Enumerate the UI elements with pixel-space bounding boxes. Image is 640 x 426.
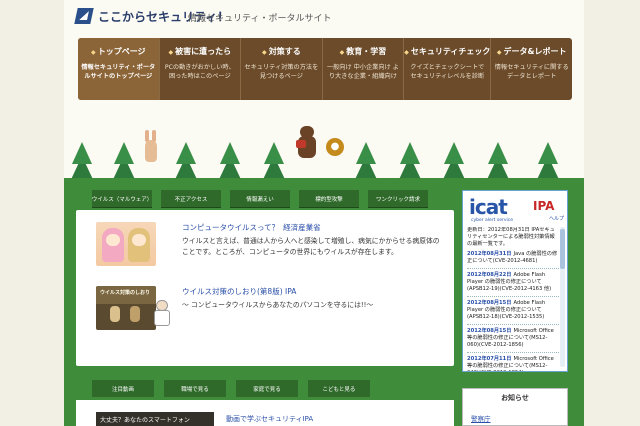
alert-date: 2012年08月31日: [467, 251, 512, 257]
page: ここからセキュリティ！ 情報セキュリティ・ポータルサイト トップページ 情報セキ…: [64, 0, 584, 426]
alert-date: 2012年08月15日: [467, 300, 512, 306]
notice-link[interactable]: 警察庁: [471, 413, 491, 423]
list-item[interactable]: 2012年08月15日 Adobe Flash Player の脆弱性の修正につい…: [467, 300, 559, 325]
icat-intro: 更新日：2012年08月31日 IPAセキュリティセンターによる脆弱性対策情報の…: [467, 227, 555, 247]
tab-watch-at-home[interactable]: 家庭で見る: [236, 380, 298, 397]
icat-scrollbar[interactable]: [560, 227, 565, 367]
nav-item-data-report[interactable]: データ&レポート 情報セキュリティに関するデータとレポート: [491, 38, 572, 100]
icat-alert-list: 更新日：2012年08月31日 IPAセキュリティセンターによる脆弱性対策情報の…: [467, 227, 559, 371]
icat-logo: icat: [469, 195, 508, 219]
icat-help-link[interactable]: ヘルプ: [549, 215, 564, 222]
tab-one-click-fraud[interactable]: ワンクリック請求: [368, 190, 428, 207]
lock-icon: ●: [326, 138, 344, 156]
nav-item-security-check[interactable]: セキュリティチェック クイズとチェックシートでセキュリティレベルを診断: [404, 38, 492, 100]
tab-virus[interactable]: ウイルス（マルウェア）: [92, 190, 152, 207]
tab-unauthorized-access[interactable]: 不正アクセス: [161, 190, 221, 207]
nav-label: 対策する: [241, 46, 322, 57]
nav-desc: PCの動きがおかしい時、困った時はこのページ: [164, 64, 235, 80]
nav-desc: 情報セキュリティに関するデータとレポート: [494, 64, 569, 80]
nav-item-countermeasures[interactable]: 対策する セキュリティ対策の方法を見つけるページ: [241, 38, 323, 100]
article-body: ～ コンピュータウイルスからあなたのパソコンを守るには!!～: [182, 301, 374, 309]
article-body: ウイルスと言えば、普通は人から人へと感染して増殖し、病気にかからせる病原体のこと…: [182, 237, 440, 256]
notice-title: お知らせ: [501, 394, 529, 402]
video-thumbnail[interactable]: 大丈夫？あなたのスマートフォン: [96, 412, 214, 426]
nav-label: セキュリティチェック: [404, 46, 491, 57]
icat-tagline: cyber alert service: [471, 218, 513, 223]
list-item[interactable]: 2012年07月11日 Microsoft Office 等の脆弱性の修正について…: [467, 356, 559, 371]
icat-widget: icat IPA ヘルプ cyber alert service 更新日：201…: [462, 190, 568, 372]
rabbit-mascot-icon: [144, 130, 158, 164]
tab-featured-video[interactable]: 注目動画: [92, 380, 154, 397]
list-item[interactable]: 2012年08月15日 Microsoft Office 等の脆弱性の修正について…: [467, 328, 559, 353]
video-tabs: 注目動画 職場で見る 家庭で見る こどもと見る: [92, 380, 370, 397]
list-item[interactable]: 2012年08月22日 Adobe Flash Player の脆弱性の修正につい…: [467, 272, 559, 297]
forest-illustration: ●: [64, 104, 584, 192]
article-title-link[interactable]: コンピュータウイルスって？ 経済産業省: [182, 222, 321, 233]
notice-box: お知らせ 警察庁: [462, 388, 568, 426]
tab-watch-at-work[interactable]: 職場で見る: [164, 380, 226, 397]
doctor-mascot-icon: [152, 300, 172, 328]
nav-item-education[interactable]: 教育・学習 一般向け 中小企業向け より大きな企業・組織向け: [323, 38, 405, 100]
nav-desc: 一般向け 中小企業向け より大きな企業・組織向け: [326, 64, 399, 80]
nav-label: 教育・学習: [323, 46, 404, 57]
video-panel: 大丈夫？あなたのスマートフォン 動画で学ぶセキュリティIPA: [76, 400, 454, 426]
nav-item-top[interactable]: トップページ 情報セキュリティ・ポータルサイトのトップページ: [78, 38, 160, 100]
video-title-link[interactable]: 動画で学ぶセキュリティIPA: [226, 414, 313, 424]
article-thumbnail[interactable]: ウイルス対策のしおり: [96, 286, 156, 330]
nav-desc: 情報セキュリティ・ポータルサイトのトップページ: [81, 64, 156, 80]
article-title-link[interactable]: ウイルス対策のしおり(第8版) IPA: [182, 286, 296, 297]
tab-data-leak[interactable]: 情報漏えい: [230, 190, 290, 207]
ipa-logo: IPA: [533, 199, 555, 213]
nav-label: データ&レポート: [491, 46, 572, 57]
list-item[interactable]: 2012年08月31日 Java の脆弱性の修正について(CVE-2012-468…: [467, 251, 559, 269]
nav-label: 被害に遭ったら: [160, 46, 241, 57]
topic-tabs: ウイルス（マルウェア） 不正アクセス 情報漏えい 標的型攻撃 ワンクリック請求: [92, 190, 428, 207]
nav-desc: クイズとチェックシートでセキュリティレベルを診断: [410, 64, 485, 80]
thumbnail-caption: ウイルス対策のしおり: [100, 290, 151, 296]
nav-desc: セキュリティ対策の方法を見つけるページ: [244, 64, 319, 80]
tab-watch-with-kids[interactable]: こどもと見る: [308, 380, 370, 397]
tab-targeted-attack[interactable]: 標的型攻撃: [299, 190, 359, 207]
nav-item-incident[interactable]: 被害に遭ったら PCの動きがおかしい時、困った時はこのページ: [160, 38, 242, 100]
site-logo-icon[interactable]: [74, 8, 94, 24]
site-subtitle: 情報セキュリティ・ポータルサイト: [188, 14, 332, 24]
alert-date: 2012年07月11日: [467, 356, 512, 362]
alert-date: 2012年08月22日: [467, 272, 512, 278]
site-header: ここからセキュリティ！ 情報セキュリティ・ポータルサイト: [64, 0, 584, 34]
article-thumbnail[interactable]: [96, 222, 156, 266]
bear-mascot-icon: [296, 126, 318, 162]
nav-label: トップページ: [78, 46, 159, 57]
global-nav: トップページ 情報セキュリティ・ポータルサイトのトップページ 被害に遭ったら P…: [78, 38, 572, 100]
article-panel: コンピュータウイルスって？ 経済産業省 ウイルスと言えば、普通は人から人へと感染し…: [76, 210, 454, 366]
article-source: 経済産業省: [283, 223, 321, 232]
alert-date: 2012年08月15日: [467, 328, 512, 334]
